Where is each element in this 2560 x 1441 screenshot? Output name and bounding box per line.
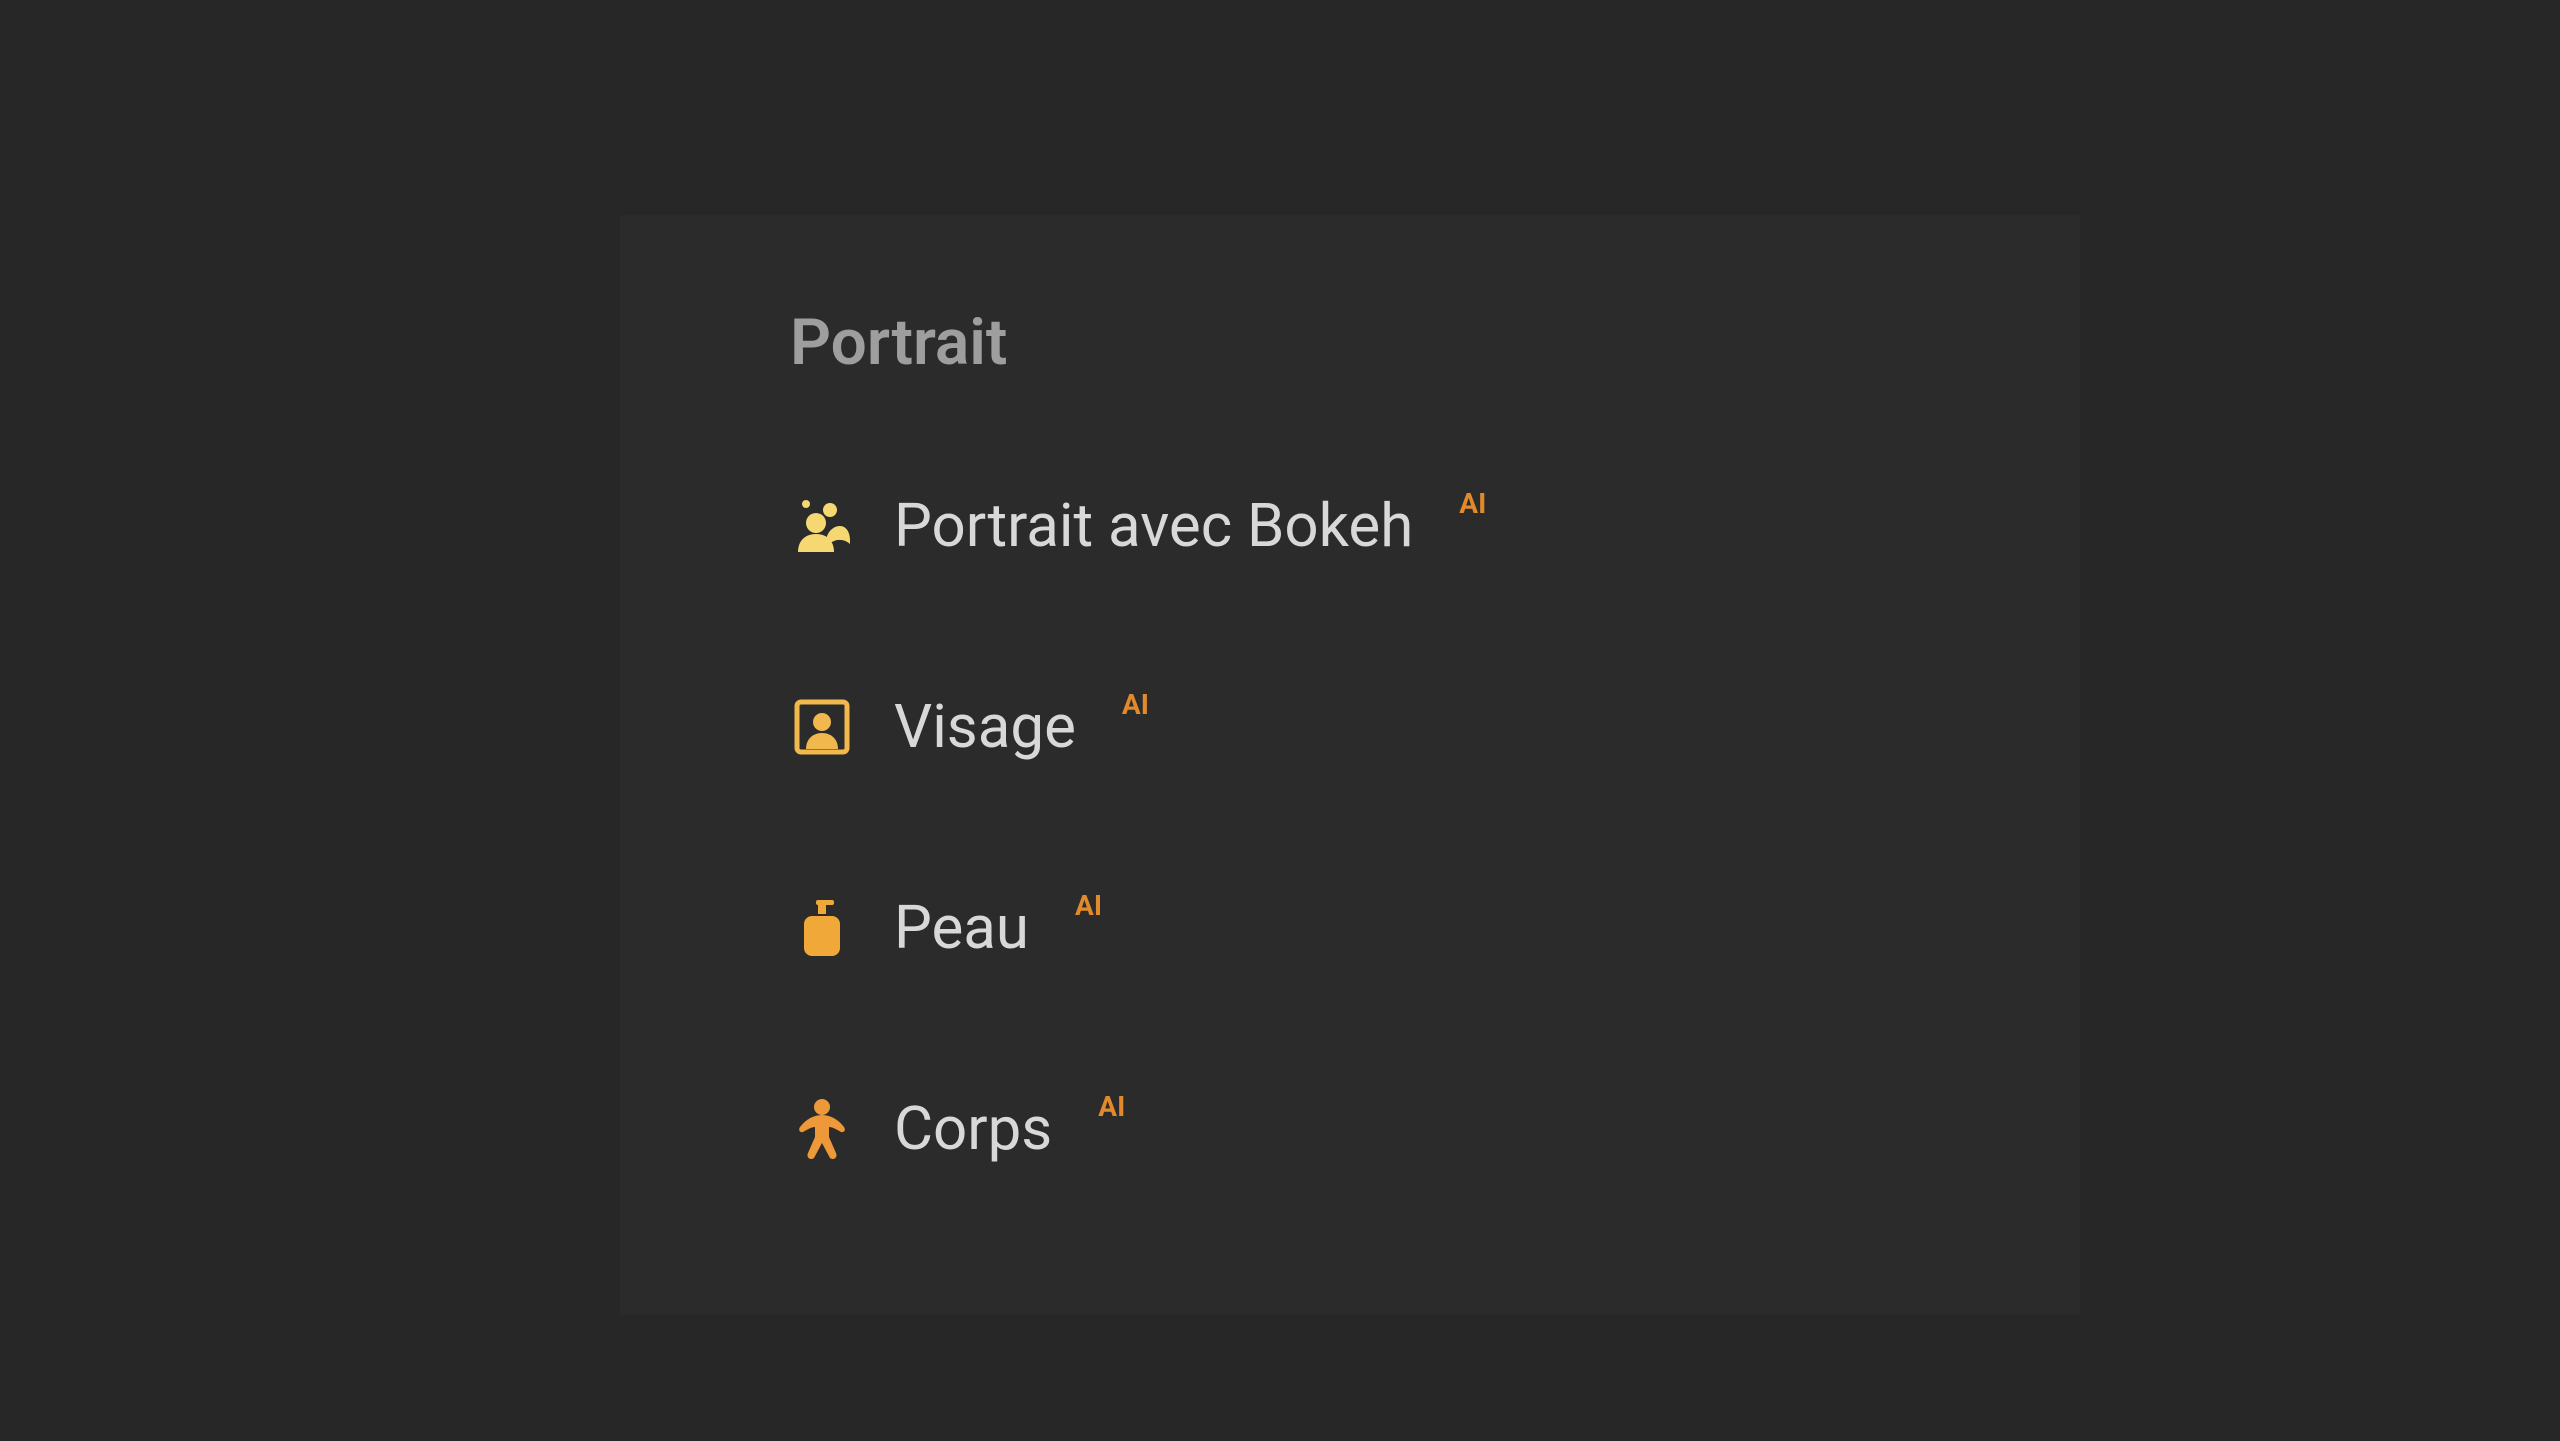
menu-item-peau[interactable]: Peau AI — [790, 892, 1910, 963]
people-icon — [790, 494, 854, 558]
portrait-frame-icon — [790, 695, 854, 759]
menu-item-corps[interactable]: Corps AI — [790, 1093, 1910, 1164]
ai-badge: AI — [1459, 487, 1486, 520]
portrait-panel: Portrait Portrait avec Bokeh AI Visage A… — [620, 215, 2080, 1315]
section-title: Portrait — [790, 305, 1910, 380]
menu-item-visage[interactable]: Visage AI — [790, 691, 1910, 762]
ai-badge: AI — [1122, 688, 1149, 721]
ai-badge: AI — [1075, 889, 1102, 922]
menu-item-label: Portrait avec Bokeh — [894, 490, 1413, 561]
menu-item-label: Peau — [894, 892, 1029, 963]
menu-item-portrait-bokeh[interactable]: Portrait avec Bokeh AI — [790, 490, 1910, 561]
body-icon — [790, 1097, 854, 1161]
menu-item-label: Corps — [894, 1093, 1052, 1164]
ai-badge: AI — [1098, 1090, 1125, 1123]
lotion-icon — [790, 896, 854, 960]
menu-item-label: Visage — [894, 691, 1076, 762]
